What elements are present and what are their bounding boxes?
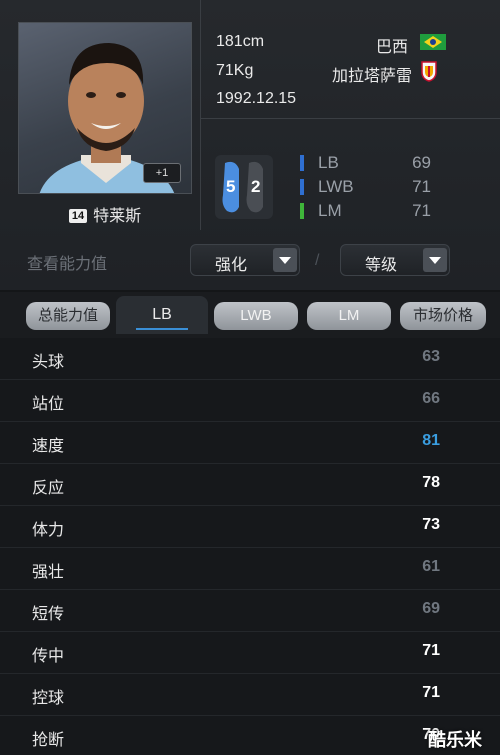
stat-value: 63	[422, 348, 440, 365]
stat-name: 站位	[32, 396, 65, 413]
position-value: 71	[412, 201, 431, 220]
stat-row: 抢断 70	[0, 716, 500, 755]
tab-market-price[interactable]: 市场价格	[400, 302, 486, 330]
position-row: LM 71	[300, 200, 435, 224]
stat-name: 体力	[32, 522, 65, 539]
tab-lm[interactable]: LM	[307, 302, 391, 330]
stat-value: 66	[422, 390, 440, 407]
position-color-bar	[300, 155, 304, 171]
stat-row: 站位 66	[0, 380, 500, 422]
stat-row: 反应 78	[0, 464, 500, 506]
right-foot-rating: 2	[251, 177, 261, 196]
stat-value: 71	[422, 642, 440, 659]
brazil-flag-icon	[420, 34, 446, 50]
player-height: 181cm	[216, 33, 265, 50]
stat-value: 71	[422, 684, 440, 701]
position-label: LWB	[318, 177, 354, 196]
club-crest-icon	[420, 60, 438, 82]
player-club: 加拉塔萨雷	[331, 68, 412, 85]
watermark: 酷乐米	[428, 730, 482, 750]
position-row: LWB 71	[300, 176, 435, 200]
stat-value: 81	[422, 432, 440, 449]
player-weight: 71Kg	[216, 62, 254, 79]
enhance-dropdown[interactable]: 强化	[190, 244, 300, 276]
divider-vertical	[200, 0, 201, 230]
position-value: 69	[412, 153, 431, 172]
stat-name: 反应	[32, 480, 65, 497]
divider-horizontal	[200, 118, 500, 119]
view-stats-label: 查看能力值	[27, 256, 108, 273]
stat-row: 控球 71	[0, 674, 500, 716]
tab-lb[interactable]: LB	[116, 296, 208, 334]
jersey-number: 14	[68, 209, 88, 223]
stat-value: 73	[422, 516, 440, 533]
stat-row: 强壮 61	[0, 548, 500, 590]
tab-overall[interactable]: 总能力值	[26, 302, 110, 330]
stat-row: 体力 73	[0, 506, 500, 548]
stat-row: 短传 69	[0, 590, 500, 632]
position-color-bar	[300, 179, 304, 195]
position-ratings-list: LB 69 LWB 71 LM 71	[300, 152, 435, 224]
enhance-dropdown-value: 强化	[214, 257, 247, 274]
stat-name: 速度	[32, 438, 65, 455]
position-value: 71	[412, 177, 431, 196]
chevron-down-icon	[423, 248, 447, 272]
position-label: LM	[318, 201, 342, 220]
stats-tab-bar: 总能力值 LB LWB LM 市场价格	[0, 292, 500, 338]
player-nation: 巴西	[375, 39, 408, 56]
player-name: 特莱斯	[93, 208, 142, 225]
stats-list: 头球 63 站位 66 速度 81 反应 78 体力 73 强壮 61 短传 69 传中 71 控球 71 抢断 70	[0, 338, 500, 755]
stat-name: 头球	[32, 354, 65, 371]
upgrade-badge: +1	[143, 163, 181, 183]
level-dropdown[interactable]: 等级	[340, 244, 450, 276]
position-color-bar	[300, 203, 304, 219]
position-row: LB 69	[300, 152, 435, 176]
player-name-row: 14 特莱斯	[18, 202, 192, 226]
player-birthdate: 1992.12.15	[216, 90, 297, 107]
stat-value: 69	[422, 600, 440, 617]
stat-row: 传中 71	[0, 632, 500, 674]
chevron-down-icon	[273, 248, 297, 272]
stat-name: 抢断	[32, 732, 65, 749]
stat-name: 强壮	[32, 564, 65, 581]
tab-lwb[interactable]: LWB	[214, 302, 298, 330]
stat-name: 短传	[32, 606, 65, 623]
position-label: LB	[318, 153, 339, 172]
dropdown-separator: /	[315, 252, 320, 269]
stat-name: 传中	[32, 648, 65, 665]
stat-row: 头球 63	[0, 338, 500, 380]
stat-name: 控球	[32, 690, 65, 707]
stat-value: 78	[422, 474, 440, 491]
left-foot-rating: 5	[226, 177, 236, 196]
player-photo: +1	[18, 22, 192, 194]
stat-row: 速度 81	[0, 422, 500, 464]
level-dropdown-value: 等级	[364, 257, 397, 274]
position-boots-card: 5 2	[215, 155, 273, 219]
stat-value: 61	[422, 558, 440, 575]
